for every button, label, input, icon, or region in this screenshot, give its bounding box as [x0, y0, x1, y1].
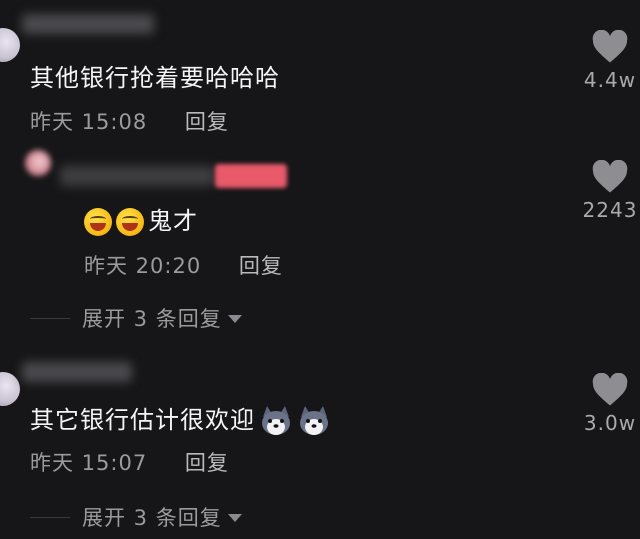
husky-dog-emoji-icon	[262, 406, 290, 435]
comment-meta: 昨天 15:08 回复	[30, 106, 229, 136]
expand-replies-label: 展开 3 条回复	[82, 506, 222, 530]
username-blurred[interactable]	[22, 362, 132, 382]
expand-replies-label: 展开 3 条回复	[82, 307, 222, 331]
reply-button[interactable]: 回复	[185, 110, 229, 134]
reply-meta: 昨天 20:20 回复	[84, 250, 283, 280]
divider-line	[30, 317, 70, 319]
chevron-down-icon	[227, 315, 242, 323]
chevron-down-icon	[227, 514, 242, 522]
avatar[interactable]	[0, 372, 20, 406]
reply-avatar[interactable]	[25, 150, 51, 176]
husky-dog-emoji-icon	[300, 406, 328, 435]
reply-username-tag-blurred	[215, 164, 287, 188]
like-button[interactable]: 3.0w	[575, 373, 640, 435]
reply-username-blurred[interactable]	[60, 166, 215, 186]
like-count: 3.0w	[583, 411, 637, 435]
like-count: 4.4w	[583, 68, 637, 92]
reply-button[interactable]: 回复	[185, 451, 229, 475]
like-count: 2243	[582, 198, 638, 222]
comment-time: 昨天 15:08	[30, 110, 148, 134]
comment-text-content: 其它银行估计很欢迎	[30, 406, 255, 434]
heart-icon	[592, 30, 628, 63]
reply-text: 鬼才	[84, 201, 198, 236]
comment-time: 昨天 15:07	[30, 451, 148, 475]
reply-text-content: 鬼才	[148, 207, 198, 235]
reply-time: 昨天 20:20	[84, 254, 202, 278]
like-button[interactable]: 4.4w	[575, 30, 640, 92]
avatar[interactable]	[0, 28, 20, 62]
expand-replies-button[interactable]: 展开 3 条回复	[30, 502, 242, 532]
heart-icon	[592, 160, 628, 193]
comment-text: 其他银行抢着要哈哈哈	[30, 64, 280, 92]
comment-meta: 昨天 15:07 回复	[30, 447, 229, 477]
comment-text: 其它银行估计很欢迎	[30, 400, 331, 437]
heart-icon	[592, 373, 628, 406]
expand-replies-button[interactable]: 展开 3 条回复	[30, 303, 242, 333]
username-blurred[interactable]	[22, 14, 154, 34]
divider-line	[30, 516, 70, 518]
laughing-crying-emoji-icon	[116, 208, 144, 236]
reply-button[interactable]: 回复	[239, 254, 283, 278]
laughing-crying-emoji-icon	[84, 208, 112, 236]
like-button[interactable]: 2243	[572, 160, 640, 222]
